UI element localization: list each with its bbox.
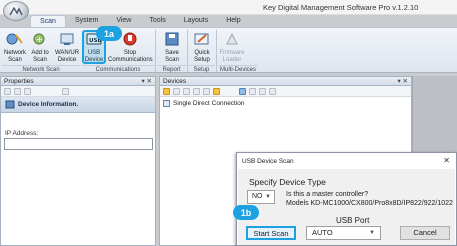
toolbar-icon[interactable]	[203, 87, 210, 95]
dialog-title: USB Device Scan	[242, 158, 294, 165]
toolbar-icon[interactable]	[259, 87, 266, 95]
usb-port-label: USB Port	[336, 216, 370, 225]
toolbar-icon[interactable]	[213, 87, 220, 95]
network-scan-icon	[5, 30, 25, 48]
firmware-icon	[222, 30, 242, 48]
properties-pane: Properties ▾ ✕ Device Information. IP Ad…	[0, 76, 156, 246]
master-controller-select[interactable]: NO ▼	[247, 190, 275, 204]
ribbon: Network Scan + Add to Scan WAN/UR Device…	[0, 27, 457, 73]
app-logo-icon	[9, 6, 23, 16]
chevron-down-icon: ▼	[265, 194, 271, 200]
ribbon-separator	[216, 30, 217, 72]
group-label-setup: Setup	[188, 65, 215, 74]
quick-setup-icon	[192, 30, 212, 48]
svg-text:+: +	[36, 35, 43, 44]
add-scan-icon: +	[30, 30, 50, 48]
cancel-button[interactable]: Cancel	[400, 226, 450, 240]
tab-layouts[interactable]: Layouts	[175, 15, 218, 27]
connection-icon	[163, 100, 170, 107]
dialog-body: Specify Device Type NO ▼ Is this a maste…	[238, 169, 455, 245]
toolbar-icon[interactable]	[24, 87, 31, 95]
quick-setup-button[interactable]: Quick Setup	[190, 30, 214, 63]
device-info-icon	[5, 100, 15, 109]
toolbar-icon[interactable]	[239, 87, 246, 95]
group-label-report: Report	[157, 65, 186, 74]
stop-icon	[120, 30, 140, 48]
step-badge-1a: 1a	[96, 26, 122, 41]
toolbar-icon[interactable]	[173, 87, 180, 95]
toolbar-icon[interactable]	[4, 87, 11, 95]
toolbar-icon[interactable]	[269, 87, 276, 95]
device-type-label: Specify Device Type	[249, 177, 326, 187]
start-scan-button[interactable]: Start Scan	[246, 226, 296, 240]
properties-pane-controls[interactable]: ▾ ✕	[141, 77, 152, 86]
add-to-scan-button[interactable]: + Add to Scan	[27, 30, 53, 63]
close-icon[interactable]: ✕	[443, 156, 450, 165]
master-models: Models KD-MC1000/CX800/Pro8x8D/IP822/922…	[286, 200, 453, 207]
ip-address-label: IP Address:	[5, 130, 39, 137]
network-scan-button[interactable]: Network Scan	[2, 30, 28, 63]
tab-help[interactable]: Help	[217, 15, 249, 27]
master-question: Is this a master controller?	[286, 191, 369, 198]
devices-pane-controls[interactable]: ▾ ✕	[397, 77, 408, 86]
toolbar-icon[interactable]	[193, 87, 200, 95]
toolbar-icon[interactable]	[183, 87, 190, 95]
toolbar-icon[interactable]	[62, 87, 69, 95]
devices-header: Devices ▾ ✕	[160, 77, 411, 86]
devices-title: Devices	[163, 78, 187, 85]
ribbon-tabs: Scan System View Tools Layouts Help	[30, 15, 250, 27]
group-label-communications: Communications	[82, 65, 154, 74]
wan-device-button[interactable]: WAN/UR Device	[52, 30, 82, 63]
properties-toolbar	[1, 86, 155, 97]
window-title: Key Digital Management Software Pro v.1.…	[263, 3, 419, 12]
step-badge-1b: 1b	[233, 205, 259, 220]
group-label-multi-devices: Multi-Devices	[218, 65, 258, 73]
properties-title: Properties	[4, 78, 34, 85]
app-menu-button[interactable]	[3, 1, 29, 21]
usb-scan-dialog: USB Device Scan ✕ Specify Device Type NO…	[236, 152, 457, 246]
devices-toolbar	[160, 86, 411, 97]
wan-icon	[57, 30, 77, 48]
tab-tools[interactable]: Tools	[140, 15, 174, 27]
group-label-network-scan: Network Scan	[2, 65, 80, 74]
device-info-header: Device Information.	[1, 97, 155, 113]
tab-scan[interactable]: Scan	[30, 15, 66, 27]
title-bar: Key Digital Management Software Pro v.1.…	[0, 0, 457, 21]
save-scan-button[interactable]: Save Scan	[160, 30, 184, 63]
toolbar-icon[interactable]	[14, 87, 21, 95]
tree-item-single-direct[interactable]: Single Direct Connection	[163, 100, 245, 107]
properties-header: Properties ▾ ✕	[1, 77, 155, 86]
firmware-loader-button[interactable]: Firmware Loader	[219, 30, 245, 63]
toolbar-icon[interactable]	[163, 87, 170, 95]
toolbar-icon[interactable]	[249, 87, 256, 95]
chevron-down-icon: ▼	[369, 230, 375, 236]
save-icon	[162, 30, 182, 48]
usb-port-select[interactable]: AUTO ▼	[306, 226, 381, 240]
ribbon-separator	[155, 30, 156, 72]
ip-address-field[interactable]	[4, 138, 153, 150]
